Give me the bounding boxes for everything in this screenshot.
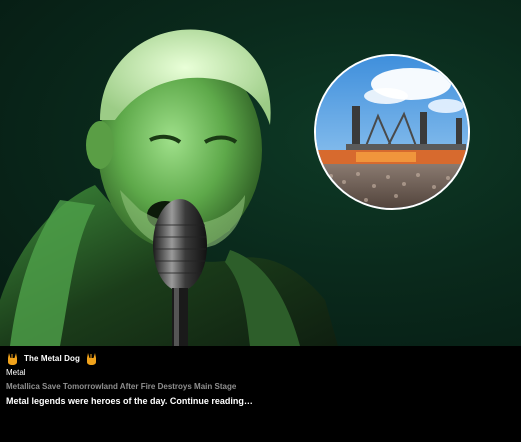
- post-teaser[interactable]: Metal legends were heroes of the day. Co…: [6, 396, 253, 406]
- inset-festival-photo: [314, 54, 470, 210]
- source-name[interactable]: The Metal Dog: [24, 354, 80, 363]
- post-card[interactable]: The Metal Dog Metal Metallica Save Tomor…: [0, 0, 521, 442]
- post-headline[interactable]: Metallica Save Tomorrowland After Fire D…: [6, 382, 236, 391]
- post-category: Metal: [6, 368, 26, 377]
- hero-image[interactable]: [0, 0, 521, 346]
- metal-horns-hand-icon: [86, 352, 97, 365]
- metal-horns-hand-icon: [7, 352, 18, 365]
- source-row[interactable]: The Metal Dog: [7, 351, 97, 365]
